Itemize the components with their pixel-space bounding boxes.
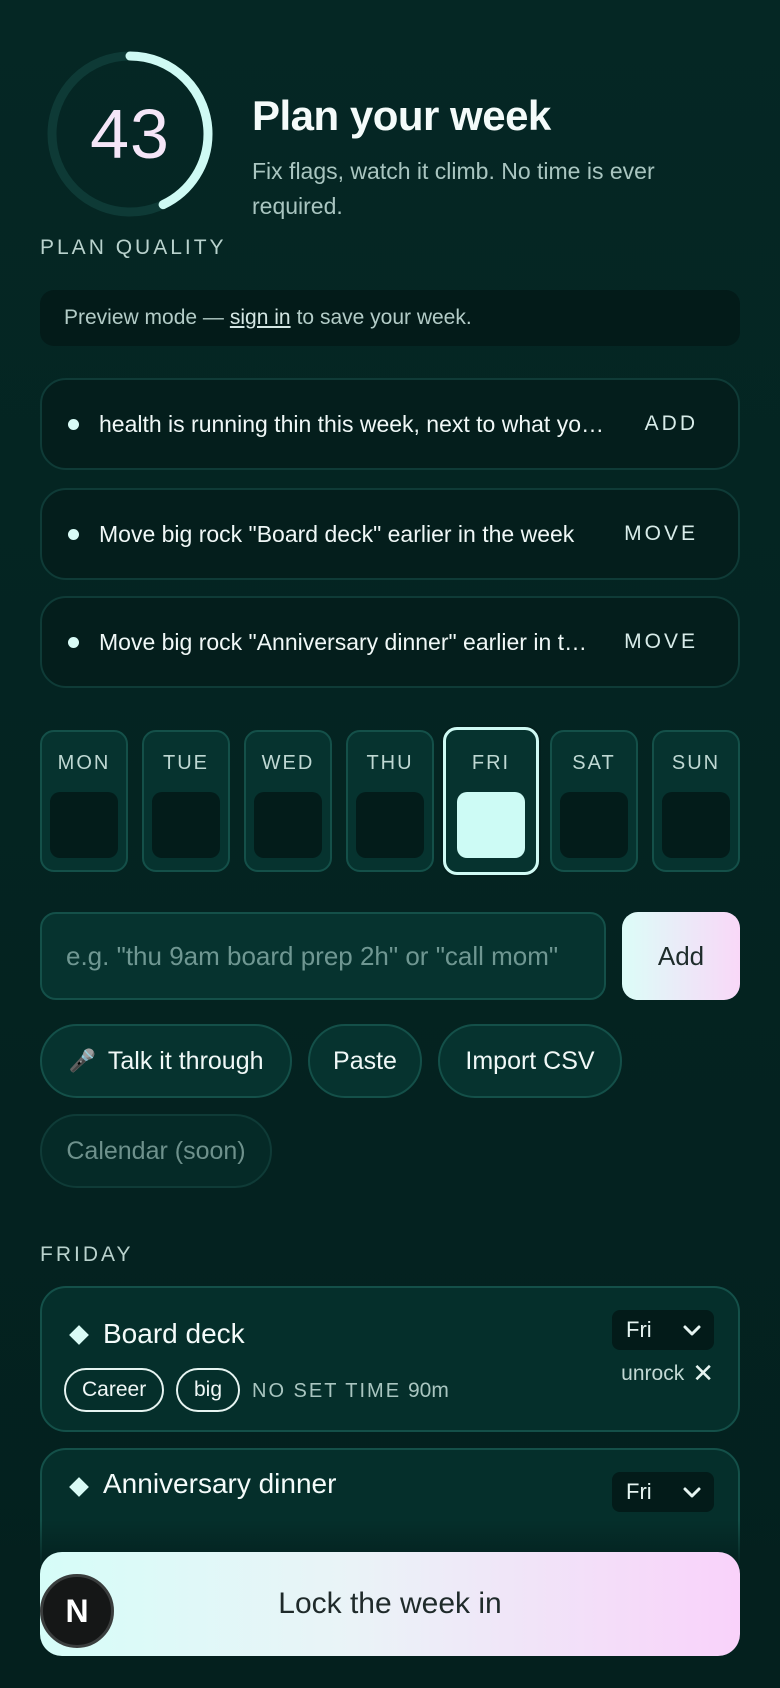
day-label: MON — [57, 752, 111, 774]
day-tab-sun[interactable]: SUN — [652, 730, 740, 872]
task-title: Anniversary dinner — [103, 1468, 337, 1499]
preview-prefix: Preview mode — — [64, 306, 224, 329]
day-load-indicator — [662, 792, 730, 858]
day-load-indicator — [152, 792, 220, 858]
day-label: SUN — [671, 752, 721, 774]
task-card[interactable]: Board deck Fri Career big NO SET TIME 90… — [40, 1286, 740, 1432]
preview-banner: Preview mode — sign in to save your week… — [40, 290, 740, 346]
task-duration: 90m — [408, 1379, 449, 1402]
day-label: SAT — [572, 752, 616, 774]
plan-quality-ring: 43 — [42, 46, 218, 222]
task-time: NO SET TIME — [252, 1380, 402, 1402]
flag-move-button[interactable]: MOVE — [624, 630, 698, 654]
flag-item: health is running thin this week, next t… — [40, 378, 740, 470]
day-load-indicator — [560, 792, 628, 858]
day-label: FRI — [471, 752, 511, 774]
flag-add-button[interactable]: ADD — [645, 412, 698, 436]
flag-item: Move big rock "Board deck" earlier in th… — [40, 488, 740, 580]
talk-it-through-button[interactable]: 🎤 Talk it through — [40, 1024, 292, 1098]
tag-career: Career — [64, 1368, 165, 1412]
section-heading-friday: FRIDAY — [40, 1243, 134, 1266]
page-subtitle: Fix flags, watch it climb. No time is ev… — [252, 158, 655, 219]
day-tab-wed[interactable]: WED — [244, 730, 332, 872]
task-day-select[interactable]: Fri — [612, 1310, 714, 1350]
task-day-value: Fri — [626, 1317, 652, 1342]
day-load-indicator — [457, 792, 525, 858]
day-label: TUE — [163, 752, 209, 774]
chevron-down-icon — [683, 1325, 701, 1336]
flag-text: Move big rock "Board deck" earlier in th… — [99, 520, 575, 547]
task-input[interactable] — [40, 912, 606, 1000]
avatar[interactable]: N — [40, 1574, 114, 1648]
task-day-select[interactable]: Fri — [612, 1472, 714, 1512]
unrock-label: unrock — [621, 1361, 685, 1385]
talk-label: Talk it through — [107, 1046, 264, 1075]
paste-button[interactable]: Paste — [308, 1024, 422, 1098]
plan-quality-score: 43 — [90, 95, 170, 173]
preview-suffix: to save your week. — [296, 306, 472, 329]
bullet-icon — [68, 636, 79, 648]
day-tab-tue[interactable]: TUE — [142, 730, 230, 872]
unrock-button[interactable]: unrock ✕ — [621, 1358, 714, 1389]
tag-big: big — [176, 1368, 241, 1412]
task-day-value: Fri — [626, 1479, 652, 1504]
task-title: Board deck — [103, 1318, 245, 1349]
calendar-button: Calendar (soon) — [40, 1114, 272, 1188]
sign-in-link[interactable]: sign in — [230, 306, 291, 330]
bullet-icon — [68, 528, 79, 540]
microphone-icon: 🎤 — [68, 1048, 96, 1073]
chevron-down-icon — [683, 1487, 701, 1498]
flag-move-button[interactable]: MOVE — [624, 522, 698, 546]
close-icon: ✕ — [692, 1358, 714, 1388]
big-rock-diamond-icon — [69, 1477, 89, 1497]
week-day-strip: MON TUE WED THU FRI SAT SUN — [40, 727, 740, 875]
day-tab-fri[interactable]: FRI — [443, 727, 539, 875]
day-load-indicator — [254, 792, 322, 858]
big-rock-diamond-icon — [69, 1325, 89, 1345]
day-tab-sat[interactable]: SAT — [550, 730, 638, 872]
flag-text: Move big rock "Anniversary dinner" earli… — [99, 628, 594, 655]
day-label: THU — [366, 752, 414, 774]
plan-week-screen: 43 PLAN QUALITY Plan your week Fix flags… — [0, 0, 780, 1688]
plan-quality-label: PLAN QUALITY — [40, 236, 227, 259]
add-task-button[interactable]: Add — [622, 912, 740, 1000]
import-csv-button[interactable]: Import CSV — [438, 1024, 622, 1098]
day-load-indicator — [50, 792, 118, 858]
day-tab-mon[interactable]: MON — [40, 730, 128, 872]
day-label: WED — [261, 752, 315, 774]
flag-item: Move big rock "Anniversary dinner" earli… — [40, 596, 740, 688]
flag-text: health is running thin this week, next t… — [99, 410, 615, 437]
bullet-icon — [68, 418, 79, 430]
lock-week-button[interactable]: Lock the week in — [40, 1552, 740, 1656]
day-load-indicator — [356, 792, 424, 858]
day-tab-thu[interactable]: THU — [346, 730, 434, 872]
page-title: Plan your week — [252, 92, 551, 139]
